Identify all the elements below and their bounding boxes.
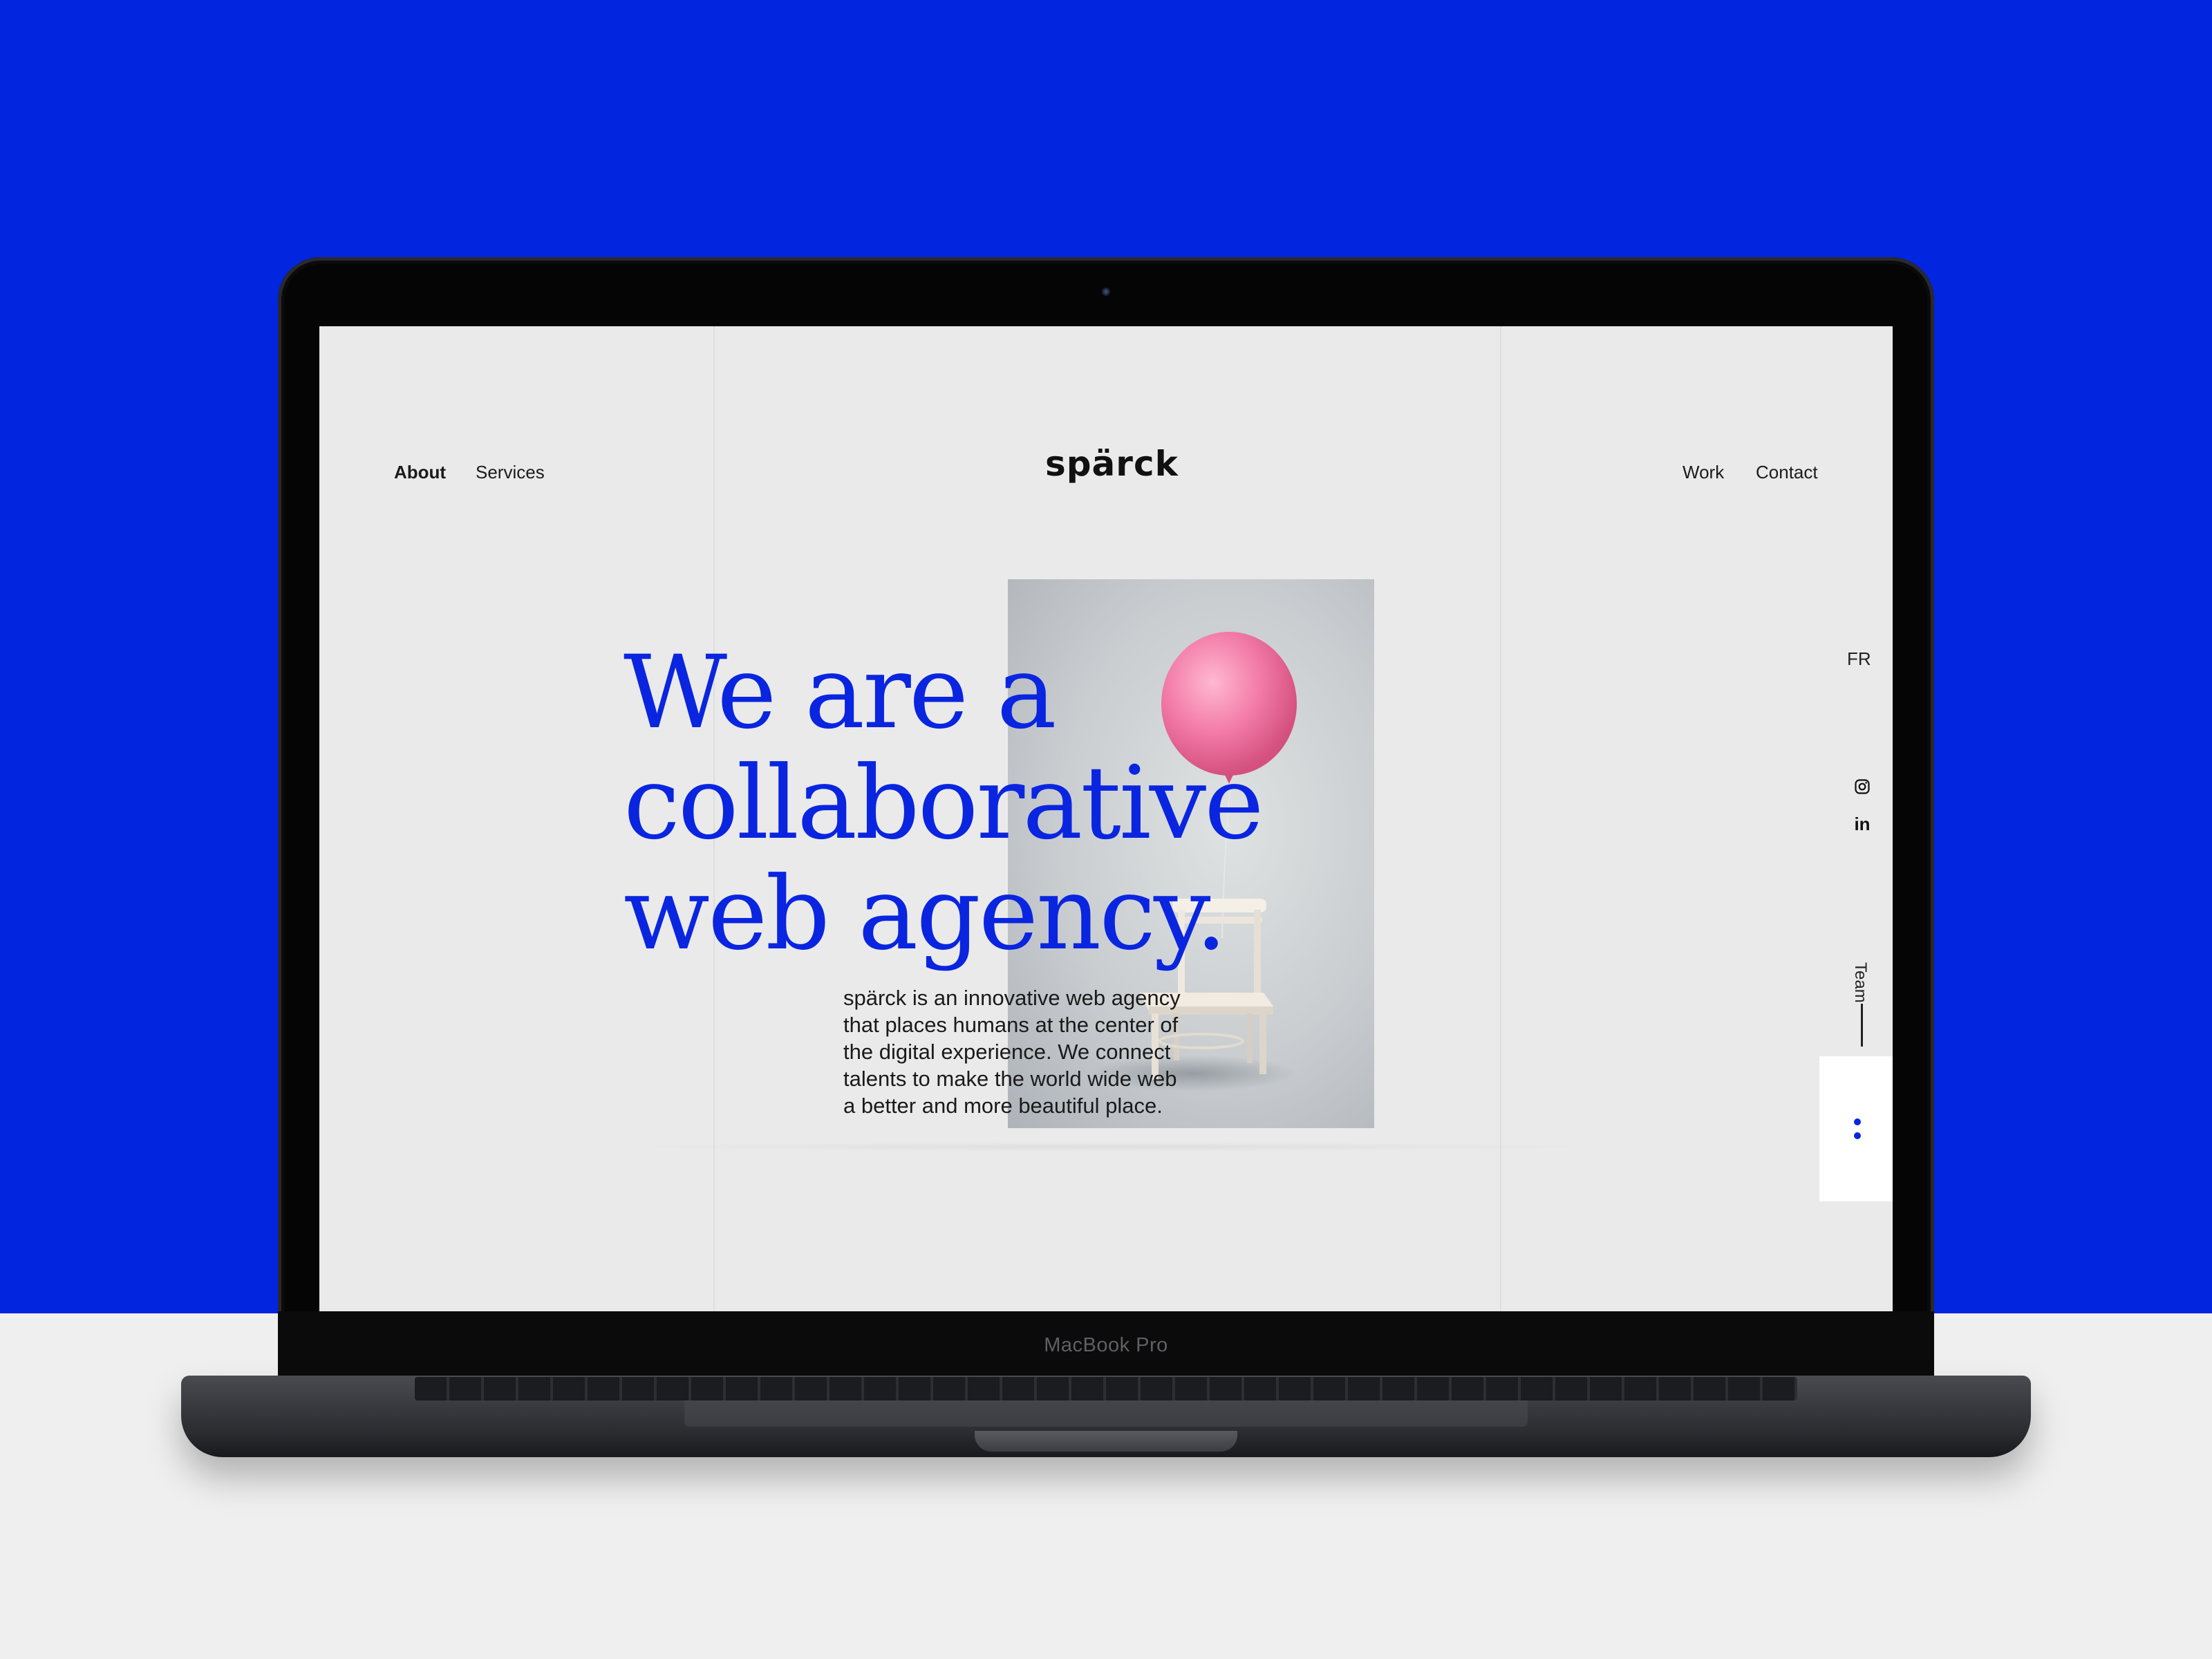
grid-line bbox=[1500, 326, 1501, 1311]
webcam bbox=[1102, 288, 1110, 296]
language-switch[interactable]: FR bbox=[1847, 648, 1871, 670]
hero-description: spärck is an innovative web agency that … bbox=[843, 984, 1203, 1119]
nav-about-link[interactable]: About bbox=[394, 462, 446, 483]
nav-services-link[interactable]: Services bbox=[476, 462, 545, 483]
team-section-label[interactable]: Team bbox=[1850, 962, 1870, 1003]
headline-line: We are a bbox=[624, 634, 1057, 751]
instagram-icon[interactable] bbox=[1853, 777, 1872, 796]
site-logo[interactable]: spärck bbox=[1045, 444, 1178, 484]
nav-contact-link[interactable]: Contact bbox=[1756, 462, 1818, 483]
description-line: the digital experience. We connect bbox=[843, 1040, 1171, 1064]
headline-line: web agency. bbox=[624, 855, 1227, 973]
menu-dot-icon bbox=[1854, 1132, 1861, 1139]
description-line: talents to make the world wide web bbox=[843, 1067, 1177, 1091]
menu-toggle-button[interactable] bbox=[1819, 1056, 1893, 1201]
keyboard-edge bbox=[415, 1377, 1797, 1400]
hero-headline: We are a collaborative web agency. bbox=[624, 634, 1264, 973]
trackpad-edge bbox=[684, 1400, 1528, 1427]
lid-notch bbox=[975, 1431, 1237, 1452]
section-divider-shadow bbox=[610, 1142, 1612, 1152]
website-screen: About Services spärck Work Contact We ar… bbox=[319, 326, 1893, 1311]
device-label: MacBook Pro bbox=[1044, 1334, 1168, 1356]
description-line: that places humans at the center of bbox=[843, 1013, 1179, 1037]
menu-dot-icon bbox=[1854, 1118, 1861, 1125]
linkedin-icon[interactable]: in bbox=[1853, 814, 1872, 834]
scroll-indicator-line bbox=[1861, 1004, 1863, 1047]
description-line: a better and more beautiful place. bbox=[843, 1094, 1163, 1118]
nav-work-link[interactable]: Work bbox=[1683, 462, 1724, 483]
headline-line: collaborative bbox=[624, 744, 1264, 862]
description-line: spärck is an innovative web agency bbox=[843, 986, 1181, 1010]
